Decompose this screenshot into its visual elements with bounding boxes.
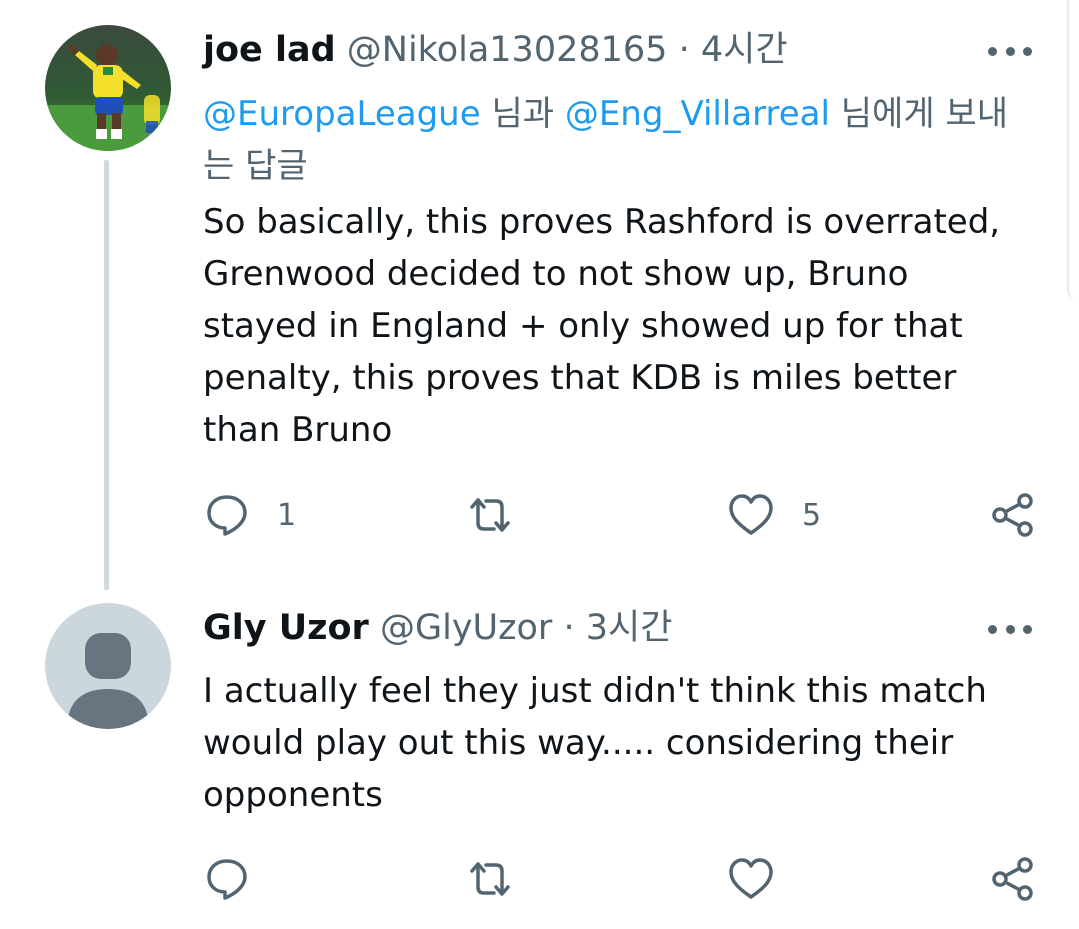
heart-icon [729,858,773,899]
reply-bubble-icon [207,859,247,900]
display-name[interactable]: Gly Uzor [203,608,369,648]
share-button[interactable] [990,855,1036,903]
user-handle[interactable]: @GlyUzor [380,608,552,648]
tweet-text: I actually feel they just didn't think t… [203,671,987,815]
share-icon [992,857,1033,901]
tweet-header: Gly Uzor @GlyUzor · 3시간 [203,606,672,650]
more-dot [1005,624,1015,634]
more-horizontal-icon[interactable] [988,623,1032,635]
separator-dot: · [563,608,575,648]
like-button[interactable] [728,855,802,903]
timestamp[interactable]: 3시간 [586,608,673,648]
tweet-gly-uzor[interactable]: Gly Uzor @GlyUzor · 3시간 I actually feel … [0,0,1079,929]
default-profile-icon [45,603,171,729]
retweet-icon [470,862,510,896]
more-dot [1023,624,1032,634]
avatar[interactable] [45,603,171,729]
action-bar [0,855,1079,903]
retweet-button[interactable] [466,855,542,903]
reply-button[interactable] [205,855,277,903]
more-dot [988,624,997,634]
